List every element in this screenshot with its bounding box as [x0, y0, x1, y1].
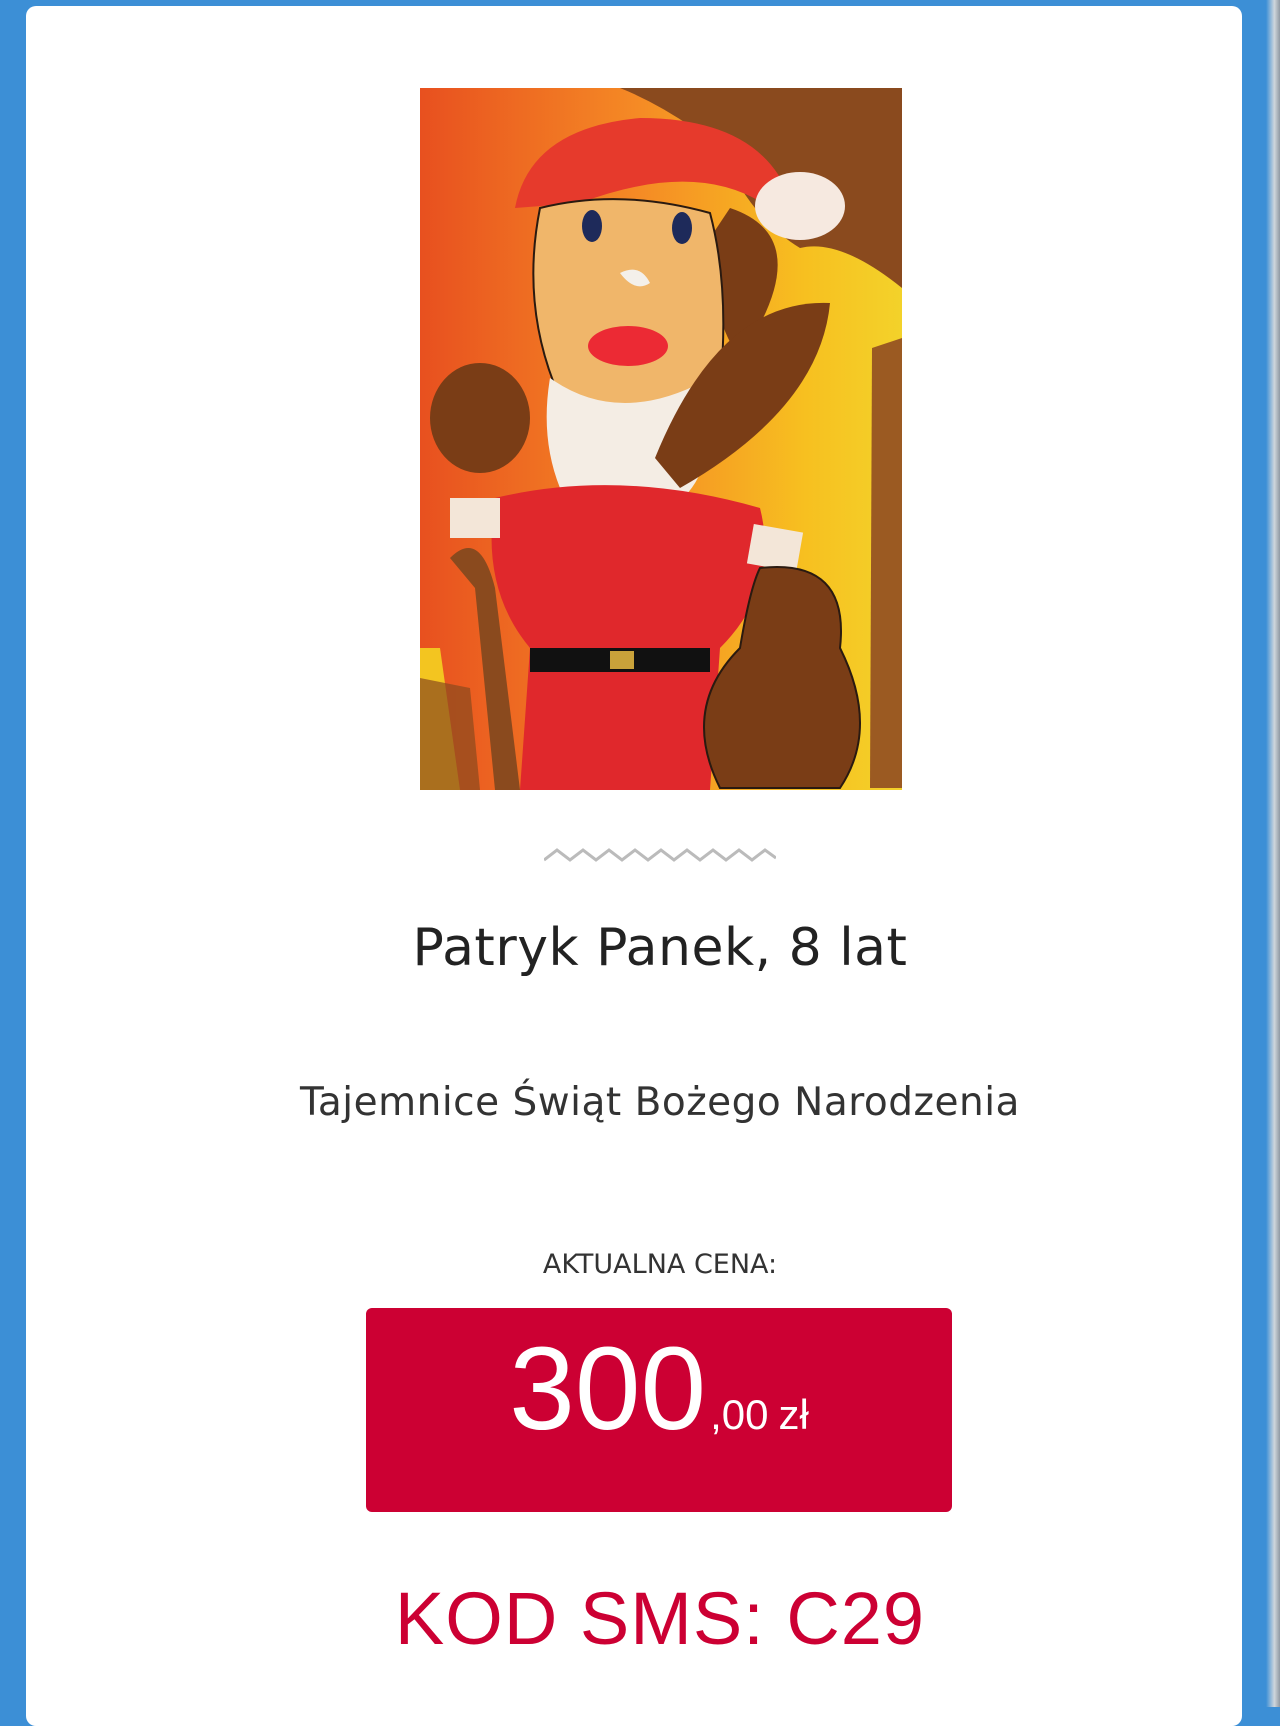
- auction-card: Patryk Panek, 8 lat Tajemnice Świąt Boże…: [26, 6, 1242, 1726]
- wave-divider: [544, 848, 776, 862]
- artwork-title: Tajemnice Świąt Bożego Narodzenia: [300, 1080, 1020, 1125]
- price-main: 300: [509, 1323, 707, 1455]
- santa-drawing-image: [420, 88, 902, 790]
- price-label: AKTUALNA CENA:: [542, 1249, 778, 1280]
- price-box: 300 ,00 zł: [366, 1308, 952, 1512]
- price-currency: zł: [778, 1391, 809, 1438]
- sms-code: KOD SMS: C29: [394, 1577, 926, 1660]
- screen-edge: [1266, 0, 1280, 1707]
- artwork-author: Patryk Panek, 8 lat: [412, 918, 908, 978]
- artwork-image[interactable]: [420, 88, 902, 790]
- price-decimals: ,00: [710, 1391, 769, 1438]
